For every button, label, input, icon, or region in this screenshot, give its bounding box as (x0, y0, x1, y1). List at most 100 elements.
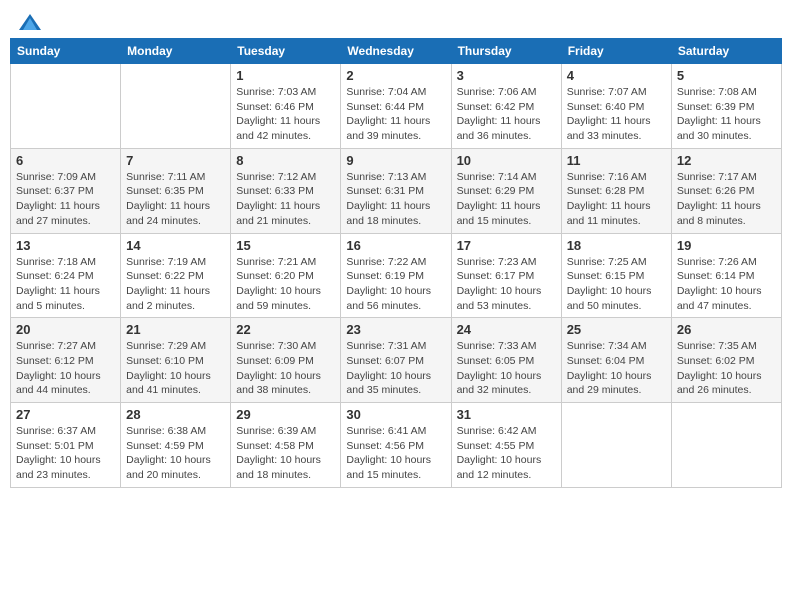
calendar-day-cell: 2 Sunrise: 7:04 AMSunset: 6:44 PMDaylight… (341, 64, 451, 149)
day-info: Sunrise: 7:35 AMSunset: 6:02 PMDaylight:… (677, 339, 776, 398)
calendar-day-cell: 4 Sunrise: 7:07 AMSunset: 6:40 PMDaylight… (561, 64, 671, 149)
day-info: Sunrise: 7:09 AMSunset: 6:37 PMDaylight:… (16, 170, 115, 229)
day-info: Sunrise: 7:33 AMSunset: 6:05 PMDaylight:… (457, 339, 556, 398)
day-info: Sunrise: 7:04 AMSunset: 6:44 PMDaylight:… (346, 85, 445, 144)
day-info: Sunrise: 7:07 AMSunset: 6:40 PMDaylight:… (567, 85, 666, 144)
calendar-day-cell: 18 Sunrise: 7:25 AMSunset: 6:15 PMDayligh… (561, 233, 671, 318)
day-info: Sunrise: 6:41 AMSunset: 4:56 PMDaylight:… (346, 424, 445, 483)
calendar-day-cell: 24 Sunrise: 7:33 AMSunset: 6:05 PMDayligh… (451, 318, 561, 403)
calendar-day-cell: 28 Sunrise: 6:38 AMSunset: 4:59 PMDayligh… (121, 403, 231, 488)
day-number: 13 (16, 238, 115, 253)
day-number: 11 (567, 153, 666, 168)
calendar-day-cell: 1Sunrise: 7:03 AMSunset: 6:46 PMDaylight… (231, 64, 341, 149)
calendar-day-cell: 9 Sunrise: 7:13 AMSunset: 6:31 PMDaylight… (341, 148, 451, 233)
day-info: Sunrise: 6:37 AMSunset: 5:01 PMDaylight:… (16, 424, 115, 483)
calendar-day-cell: 5 Sunrise: 7:08 AMSunset: 6:39 PMDaylight… (671, 64, 781, 149)
day-number: 25 (567, 322, 666, 337)
day-info: Sunrise: 7:23 AMSunset: 6:17 PMDaylight:… (457, 255, 556, 314)
day-number: 15 (236, 238, 335, 253)
day-number: 16 (346, 238, 445, 253)
day-number: 27 (16, 407, 115, 422)
calendar-week-row: 27 Sunrise: 6:37 AMSunset: 5:01 PMDayligh… (11, 403, 782, 488)
day-number: 7 (126, 153, 225, 168)
day-number: 3 (457, 68, 556, 83)
weekday-header-cell: Monday (121, 39, 231, 64)
calendar-week-row: 20 Sunrise: 7:27 AMSunset: 6:12 PMDayligh… (11, 318, 782, 403)
day-number: 4 (567, 68, 666, 83)
day-info: Sunrise: 7:11 AMSunset: 6:35 PMDaylight:… (126, 170, 225, 229)
calendar-day-cell: 16 Sunrise: 7:22 AMSunset: 6:19 PMDayligh… (341, 233, 451, 318)
day-info: Sunrise: 6:39 AMSunset: 4:58 PMDaylight:… (236, 424, 335, 483)
calendar-day-cell: 13Sunrise: 7:18 AMSunset: 6:24 PMDayligh… (11, 233, 121, 318)
day-number: 31 (457, 407, 556, 422)
calendar-day-cell: 12 Sunrise: 7:17 AMSunset: 6:26 PMDayligh… (671, 148, 781, 233)
day-number: 9 (346, 153, 445, 168)
weekday-header-row: SundayMondayTuesdayWednesdayThursdayFrid… (11, 39, 782, 64)
calendar-week-row: 13Sunrise: 7:18 AMSunset: 6:24 PMDayligh… (11, 233, 782, 318)
day-number: 21 (126, 322, 225, 337)
day-number: 2 (346, 68, 445, 83)
day-number: 12 (677, 153, 776, 168)
calendar-day-cell: 19 Sunrise: 7:26 AMSunset: 6:14 PMDayligh… (671, 233, 781, 318)
day-number: 17 (457, 238, 556, 253)
calendar-day-cell: 25 Sunrise: 7:34 AMSunset: 6:04 PMDayligh… (561, 318, 671, 403)
day-info: Sunrise: 7:21 AMSunset: 6:20 PMDaylight:… (236, 255, 335, 314)
logo-icon (19, 14, 41, 30)
day-number: 30 (346, 407, 445, 422)
calendar-day-cell (11, 64, 121, 149)
calendar-day-cell (671, 403, 781, 488)
day-info: Sunrise: 7:34 AMSunset: 6:04 PMDaylight:… (567, 339, 666, 398)
page-header (10, 10, 782, 30)
day-number: 28 (126, 407, 225, 422)
day-info: Sunrise: 7:19 AMSunset: 6:22 PMDaylight:… (126, 255, 225, 314)
weekday-header-cell: Friday (561, 39, 671, 64)
calendar-table: SundayMondayTuesdayWednesdayThursdayFrid… (10, 38, 782, 488)
weekday-header-cell: Tuesday (231, 39, 341, 64)
day-number: 18 (567, 238, 666, 253)
calendar-day-cell: 17 Sunrise: 7:23 AMSunset: 6:17 PMDayligh… (451, 233, 561, 318)
day-number: 8 (236, 153, 335, 168)
day-info: Sunrise: 7:26 AMSunset: 6:14 PMDaylight:… (677, 255, 776, 314)
calendar-day-cell: 8 Sunrise: 7:12 AMSunset: 6:33 PMDaylight… (231, 148, 341, 233)
calendar-week-row: 6 Sunrise: 7:09 AMSunset: 6:37 PMDaylight… (11, 148, 782, 233)
day-info: Sunrise: 7:27 AMSunset: 6:12 PMDaylight:… (16, 339, 115, 398)
calendar-day-cell: 21Sunrise: 7:29 AMSunset: 6:10 PMDayligh… (121, 318, 231, 403)
logo (18, 14, 42, 26)
calendar-day-cell: 20 Sunrise: 7:27 AMSunset: 6:12 PMDayligh… (11, 318, 121, 403)
calendar-day-cell: 31 Sunrise: 6:42 AMSunset: 4:55 PMDayligh… (451, 403, 561, 488)
day-info: Sunrise: 7:14 AMSunset: 6:29 PMDaylight:… (457, 170, 556, 229)
day-info: Sunrise: 7:13 AMSunset: 6:31 PMDaylight:… (346, 170, 445, 229)
day-number: 1 (236, 68, 335, 83)
day-number: 23 (346, 322, 445, 337)
day-number: 5 (677, 68, 776, 83)
day-number: 22 (236, 322, 335, 337)
day-number: 29 (236, 407, 335, 422)
day-number: 19 (677, 238, 776, 253)
calendar-day-cell: 15 Sunrise: 7:21 AMSunset: 6:20 PMDayligh… (231, 233, 341, 318)
calendar-day-cell: 29 Sunrise: 6:39 AMSunset: 4:58 PMDayligh… (231, 403, 341, 488)
day-info: Sunrise: 7:16 AMSunset: 6:28 PMDaylight:… (567, 170, 666, 229)
day-info: Sunrise: 7:08 AMSunset: 6:39 PMDaylight:… (677, 85, 776, 144)
day-number: 26 (677, 322, 776, 337)
day-number: 10 (457, 153, 556, 168)
day-number: 24 (457, 322, 556, 337)
day-info: Sunrise: 7:06 AMSunset: 6:42 PMDaylight:… (457, 85, 556, 144)
calendar-day-cell: 6 Sunrise: 7:09 AMSunset: 6:37 PMDaylight… (11, 148, 121, 233)
calendar-day-cell: 11 Sunrise: 7:16 AMSunset: 6:28 PMDayligh… (561, 148, 671, 233)
calendar-day-cell (561, 403, 671, 488)
day-info: Sunrise: 7:30 AMSunset: 6:09 PMDaylight:… (236, 339, 335, 398)
weekday-header-cell: Saturday (671, 39, 781, 64)
day-number: 20 (16, 322, 115, 337)
weekday-header-cell: Thursday (451, 39, 561, 64)
day-info: Sunrise: 7:31 AMSunset: 6:07 PMDaylight:… (346, 339, 445, 398)
day-info: Sunrise: 7:22 AMSunset: 6:19 PMDaylight:… (346, 255, 445, 314)
day-number: 6 (16, 153, 115, 168)
calendar-day-cell: 23 Sunrise: 7:31 AMSunset: 6:07 PMDayligh… (341, 318, 451, 403)
day-info: Sunrise: 6:38 AMSunset: 4:59 PMDaylight:… (126, 424, 225, 483)
day-info: Sunrise: 7:17 AMSunset: 6:26 PMDaylight:… (677, 170, 776, 229)
day-info: Sunrise: 7:12 AMSunset: 6:33 PMDaylight:… (236, 170, 335, 229)
day-info: Sunrise: 6:42 AMSunset: 4:55 PMDaylight:… (457, 424, 556, 483)
calendar-day-cell: 30 Sunrise: 6:41 AMSunset: 4:56 PMDayligh… (341, 403, 451, 488)
day-info: Sunrise: 7:25 AMSunset: 6:15 PMDaylight:… (567, 255, 666, 314)
calendar-body: 1Sunrise: 7:03 AMSunset: 6:46 PMDaylight… (11, 64, 782, 488)
